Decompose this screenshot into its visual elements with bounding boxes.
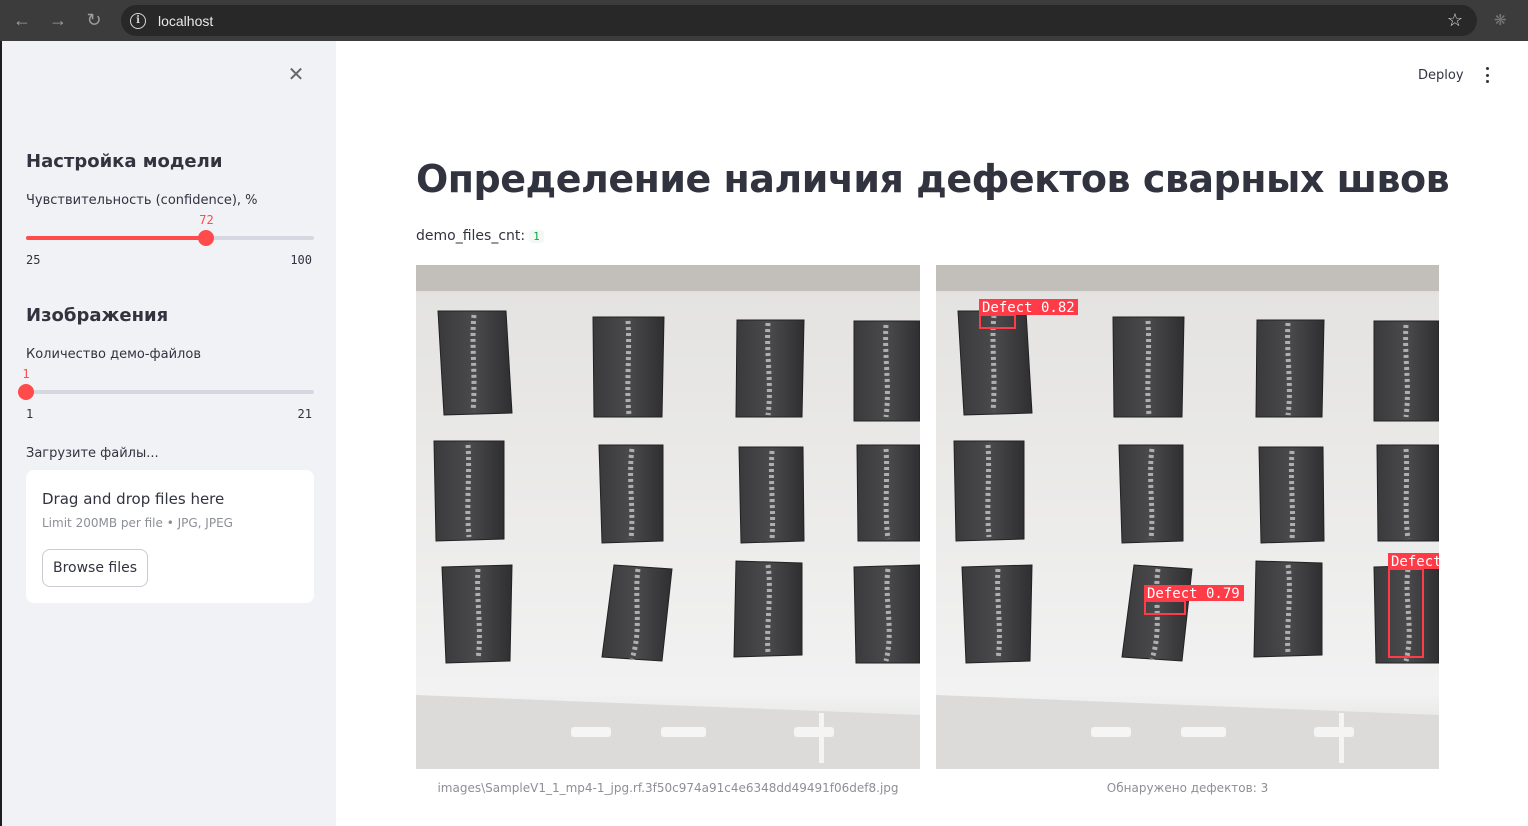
back-arrow-icon[interactable]: ←	[4, 3, 40, 39]
deploy-button[interactable]: Deploy	[1418, 68, 1464, 83]
demo-count-slider-max: 21	[297, 407, 312, 421]
dropzone-limit-text: Limit 200MB per file • JPG, JPEG	[42, 516, 233, 530]
confidence-slider-value: 72	[199, 213, 214, 227]
metric-value: 1	[529, 230, 544, 243]
result-image-caption: Обнаружено дефектов: 3	[1106, 781, 1269, 795]
source-image	[416, 265, 920, 769]
images-heading: Изображения	[26, 305, 169, 326]
close-sidebar-icon[interactable]: ✕	[286, 65, 306, 85]
result-image-photo: Defect 0.82 Defect 0.79 Defect	[936, 265, 1439, 769]
reload-icon[interactable]: ↻	[76, 3, 112, 39]
address-bar[interactable]: i localhost ☆	[121, 5, 1477, 36]
browser-toolbar: ← → ↻ i localhost ☆ ❋	[0, 0, 1528, 41]
confidence-slider-thumb[interactable]	[198, 230, 215, 246]
bookmark-star-icon[interactable]: ☆	[1447, 10, 1463, 31]
metric-label: demo_files_cnt:	[416, 228, 526, 244]
source-image-caption: images\SampleV1_1_mp4-1_jpg.rf.3f50c974a…	[437, 781, 899, 795]
confidence-slider-min: 25	[26, 253, 41, 267]
demo-count-slider-label: Количество демо-файлов	[26, 347, 201, 362]
confidence-slider-label: Чувствительность (confidence), %	[26, 193, 258, 208]
dropzone-text: Drag and drop files here	[42, 490, 225, 508]
source-image-photo	[416, 265, 920, 769]
model-settings-heading: Настройка модели	[26, 151, 223, 172]
main-menu-icon[interactable]	[1482, 67, 1492, 83]
url-text[interactable]: localhost	[158, 13, 213, 29]
confidence-slider-max: 100	[290, 253, 312, 267]
page-title: Определение наличия дефектов сварных шво…	[416, 157, 1450, 201]
upload-label: Загрузите файлы...	[26, 446, 159, 461]
demo-count-slider-value: 1	[22, 367, 30, 381]
site-info-icon[interactable]: i	[130, 12, 146, 29]
confidence-slider[interactable]	[26, 230, 314, 246]
detection-label-2: Defect 0.79	[1147, 586, 1240, 602]
result-image: Defect 0.82 Defect 0.79 Defect	[936, 265, 1439, 769]
forward-arrow-icon[interactable]: →	[40, 3, 76, 39]
main-content: Deploy Определение наличия дефектов свар…	[336, 41, 1525, 826]
confidence-slider-fill	[26, 236, 207, 240]
browse-files-button[interactable]: Browse files	[42, 549, 148, 587]
detection-label-1: Defect 0.82	[982, 300, 1075, 316]
detection-label-3: Defect	[1391, 554, 1439, 570]
demo-count-slider-min: 1	[26, 407, 34, 421]
sidebar: ✕ Настройка модели Чувствительность (con…	[0, 41, 336, 826]
demo-count-slider[interactable]	[18, 384, 314, 400]
demo-count-slider-thumb[interactable]	[18, 384, 34, 400]
file-dropzone[interactable]: Drag and drop files here Limit 200MB per…	[26, 470, 314, 603]
extension-icon[interactable]: ❋	[1494, 11, 1512, 29]
demo-files-metric: demo_files_cnt: 1	[416, 228, 544, 244]
